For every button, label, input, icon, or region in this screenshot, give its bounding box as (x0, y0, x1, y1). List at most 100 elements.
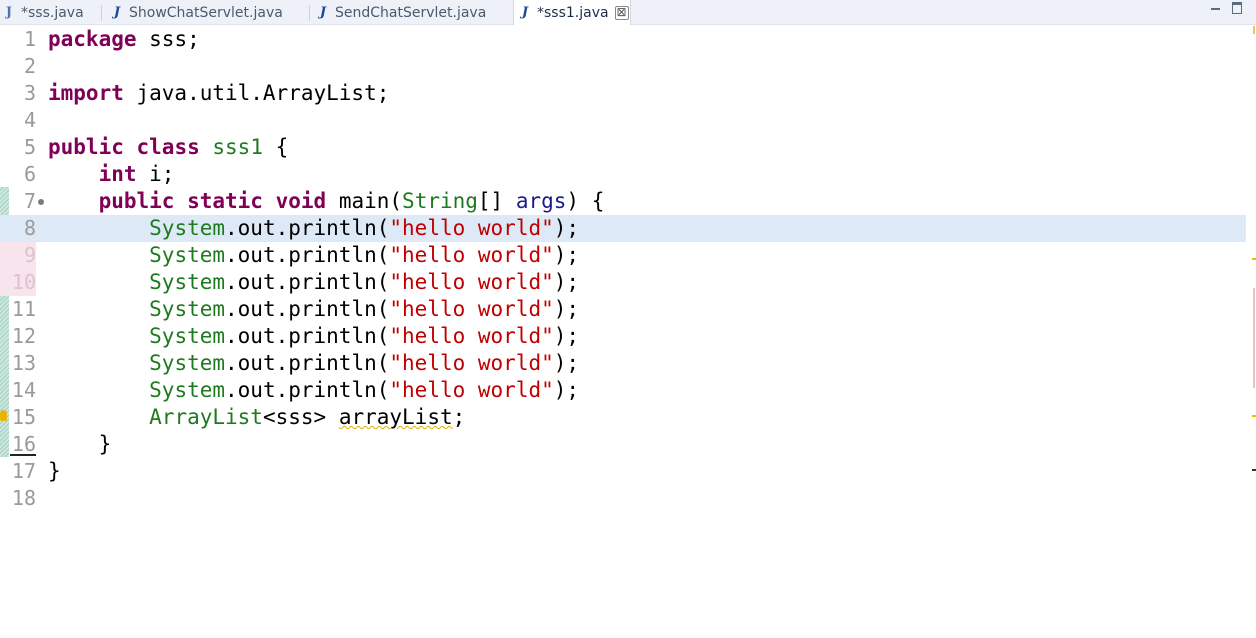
tab-sss-java[interactable]: J *sss.java (0, 0, 102, 25)
code-token: "hello world" (389, 324, 554, 348)
line-number: 7 (23, 189, 36, 213)
code-token: [] (477, 189, 516, 213)
code-token: .out.println( (225, 378, 390, 402)
code-text: System.out.println("hello world"); (48, 377, 579, 404)
code-line[interactable]: 9 System.out.println("hello world"); (0, 242, 1246, 269)
overview-ruler-warning (1252, 415, 1256, 417)
code-line[interactable]: 3 import java.util.ArrayList; (0, 80, 1246, 107)
code-token: ; (452, 405, 466, 429)
line-number: 1 (23, 27, 36, 51)
code-line[interactable]: 15 ArrayList<sss> arrayList; (0, 404, 1246, 431)
code-editor[interactable]: 1 package sss; 2 3 import java.util.ArrayLis… (0, 26, 1256, 638)
tab-showchatservlet-java[interactable]: J ShowChatServlet.java (102, 0, 310, 25)
code-line[interactable]: 13 System.out.println("hello world"); (0, 350, 1246, 377)
code-line[interactable]: 2 (0, 53, 1246, 80)
code-text: System.out.println("hello world"); (48, 215, 579, 242)
code-token: i; (136, 162, 175, 186)
code-token: java.util.ArrayList; (123, 81, 390, 105)
code-token: "hello world" (389, 297, 554, 321)
code-token: sss1 (212, 135, 263, 159)
line-number: 11 (11, 297, 36, 321)
code-token: ArrayList (149, 405, 263, 429)
code-token: System (149, 378, 226, 402)
code-line[interactable]: 6 int i; (0, 161, 1246, 188)
code-token: static (187, 189, 263, 213)
code-line[interactable]: 12 System.out.println("hello world"); (0, 323, 1246, 350)
tab-label: *sss.java (21, 4, 84, 21)
code-text: System.out.println("hello world"); (48, 242, 579, 269)
code-token: class (136, 135, 200, 159)
line-number: 8 (23, 216, 36, 240)
code-text: System.out.println("hello world"); (48, 323, 579, 350)
overview-ruler-warning (1252, 258, 1256, 260)
code-token: import (48, 81, 124, 105)
code-token: ); (553, 270, 580, 294)
code-token: void (275, 189, 327, 213)
code-token: ); (553, 297, 580, 321)
code-token: sss; (136, 27, 200, 51)
code-token: "hello world" (389, 216, 554, 240)
tab-sendchatservlet-java[interactable]: J SendChatServlet.java (310, 0, 513, 25)
code-token: ) { (566, 189, 605, 213)
code-token: System (149, 324, 226, 348)
code-text: int i; (48, 161, 175, 188)
code-line[interactable]: 18 (0, 485, 1246, 512)
code-line[interactable]: 11 System.out.println("hello world"); (0, 296, 1246, 323)
code-line[interactable]: 4 (0, 107, 1246, 134)
close-tab-icon[interactable]: ⊠ (614, 5, 629, 20)
overview-ruler-mark (1253, 26, 1255, 34)
code-token: "hello world" (389, 270, 554, 294)
code-text: public class sss1 { (48, 134, 288, 161)
code-token: .out.println( (225, 270, 390, 294)
overview-ruler-mark (1253, 288, 1255, 388)
code-line[interactable]: 5 public class sss1 { (0, 134, 1246, 161)
code-token: args (515, 189, 567, 213)
line-number: 14 (11, 378, 36, 402)
tab-sss1-java[interactable]: J *sss1.java ⊠ (513, 0, 631, 25)
overview-ruler-warning (1252, 469, 1256, 471)
code-token: ); (553, 216, 580, 240)
line-number: 13 (11, 351, 36, 375)
code-line[interactable]: 16 } (0, 431, 1246, 458)
code-token: System (149, 270, 226, 294)
code-text: ArrayList<sss> arrayList; (48, 404, 465, 431)
code-text: public static void main(String[] args) { (48, 188, 605, 215)
window-controls (1211, 2, 1242, 14)
line-number: 3 (23, 81, 36, 105)
fold-collapse-icon[interactable] (38, 199, 44, 205)
code-token: ); (553, 324, 580, 348)
minimize-icon[interactable] (1211, 2, 1220, 10)
code-text: } (48, 458, 61, 485)
maximize-icon[interactable] (1232, 2, 1242, 14)
code-text: System.out.println("hello world"); (48, 296, 579, 323)
code-token: ); (553, 378, 580, 402)
quick-fix-lightbulb-icon[interactable] (0, 410, 7, 421)
code-token: public (48, 135, 124, 159)
code-text: package sss; (48, 26, 200, 53)
code-line[interactable]: 1 package sss; (0, 26, 1246, 53)
code-token: .out.println( (225, 243, 390, 267)
code-token: .out.println( (225, 351, 390, 375)
code-line[interactable]: 17} (0, 458, 1246, 485)
tab-label: ShowChatServlet.java (129, 4, 283, 21)
code-text: import java.util.ArrayList; (48, 80, 389, 107)
code-token: <sss> (262, 405, 339, 429)
java-file-icon: J (319, 5, 327, 20)
code-token: System (149, 243, 226, 267)
code-text: } (48, 431, 112, 458)
code-line[interactable]: 8 System.out.println("hello world"); (0, 215, 1246, 242)
code-line[interactable]: 7 public static void main(String[] args)… (0, 188, 1246, 215)
code-line[interactable]: 14 System.out.println("hello world"); (0, 377, 1246, 404)
line-number: 6 (23, 162, 36, 186)
code-text: System.out.println("hello world"); (48, 269, 579, 296)
code-token: int (98, 162, 137, 186)
code-line[interactable]: 10 System.out.println("hello world"); (0, 269, 1246, 296)
